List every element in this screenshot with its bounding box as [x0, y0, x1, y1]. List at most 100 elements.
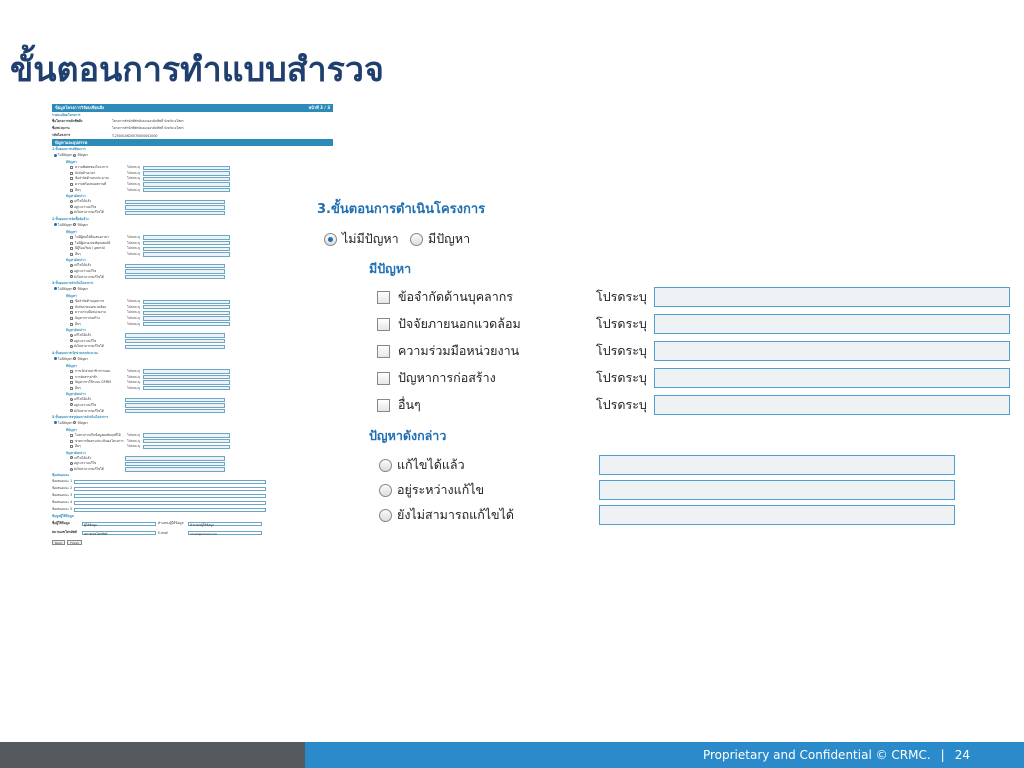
checkbox-icon	[70, 252, 73, 256]
problem-label: ความร่วมมือหน่วยงาน	[398, 343, 520, 358]
resolution-row[interactable]: แก้ไขได้แล้ว	[379, 455, 955, 475]
thumbnail-option-label: มีปัญหา	[77, 222, 89, 227]
thumbnail-problem-label: ข้อจำกัดด้านงบประมาณ	[75, 176, 109, 181]
thumbnail-back-button: Back	[52, 540, 66, 546]
radio-icon	[70, 467, 73, 471]
thumbnail-specify-input	[143, 444, 230, 449]
thumbnail-resolution-label: แก้ไขได้แล้ว	[70, 456, 125, 461]
thumbnail-contact: ชื่อผู้ให้ข้อมูล ผู้ให้ข้อมูล ตำแหน่งผู้ให…	[52, 519, 333, 537]
option-has-problem[interactable]: มีปัญหา	[410, 229, 470, 249]
specify-input[interactable]	[654, 368, 1010, 388]
thumbnail-contact-value: หมายเลขโทรศัพท์	[82, 530, 156, 535]
thumbnail-specify-input	[143, 433, 230, 438]
checkbox-icon	[70, 375, 73, 379]
radio-icon	[70, 344, 73, 348]
thumbnail-info-row: ชื่อหน่วยงาน โครงการสำนักพิทักษ์และเยอรมั…	[52, 125, 333, 132]
thumbnail-specify-label: โปรดระบุ	[127, 187, 140, 192]
thumbnail-specify-label: โปรดระบุ	[127, 368, 140, 373]
specify-input[interactable]	[654, 395, 1010, 415]
radio-icon	[73, 357, 77, 361]
thumbnail-specify-input	[143, 299, 230, 304]
resolution-input[interactable]	[599, 505, 955, 525]
thumbnail-contact-key: ชื่อผู้ให้ข้อมูล	[52, 521, 70, 526]
thumbnail-info-key: รหัสโครงการ	[52, 133, 71, 137]
problem-row[interactable]: อื่นๆ โปรดระบุ	[377, 394, 1010, 416]
thumbnail-option-label: มีปัญหา	[77, 356, 89, 361]
checkbox-icon[interactable]	[377, 317, 390, 331]
problem-label: ปัญหาการก่อสร้าง	[398, 370, 496, 385]
thumbnail-resolution-input	[125, 456, 225, 461]
specify-input[interactable]	[654, 314, 1010, 334]
resolution-label: อยู่ระหว่างแก้ไข	[397, 482, 485, 497]
checkbox-icon	[70, 241, 73, 245]
problems-heading: มีปัญหา	[369, 261, 412, 276]
thumbnail-resolution-label: แก้ไขได้แล้ว	[70, 397, 125, 402]
checkbox-icon[interactable]	[377, 398, 390, 412]
checkbox-icon[interactable]	[377, 371, 390, 385]
radio-icon[interactable]	[379, 483, 392, 497]
thumbnail-problem-label: ความพร้อมของสถานที่	[75, 182, 107, 187]
thumbnail-problem-label: การจัดสรรล่าช้า	[75, 374, 98, 379]
specify-input[interactable]	[654, 287, 1010, 307]
thumbnail-resolution-input	[125, 274, 225, 280]
thumbnail-specify-input	[143, 235, 230, 240]
resolution-label: ยังไม่สามารถแก้ไขได้	[397, 507, 515, 522]
thumbnail-contact-key: หมายเลขโทรศัพท์	[52, 530, 77, 535]
radio-icon[interactable]	[379, 508, 392, 522]
radio-icon	[70, 333, 73, 337]
thumbnail-radio-line: ไม่มีปัญหา มีปัญหา	[52, 286, 333, 293]
thumbnail-specify-label: โปรดระบุ	[127, 433, 140, 438]
thumbnail-specify-input	[143, 369, 230, 374]
radio-icon[interactable]	[410, 232, 423, 246]
problem-label: ปัจจัยภายนอกแวดล้อม	[398, 316, 521, 331]
thumbnail-problem-label: ข้อจำกัดด้านบุคลากร	[75, 299, 105, 304]
thumbnail-resolution-input	[125, 408, 225, 414]
resolution-input[interactable]	[599, 455, 955, 475]
thumbnail-suggestion-input	[74, 493, 266, 499]
checkbox-icon	[70, 445, 73, 449]
thumbnail-specify-label: โปรดระบุ	[127, 299, 140, 304]
problem-row[interactable]: ข้อจำกัดด้านบุคลากร โปรดระบุ	[377, 286, 1010, 308]
radio-selected-icon[interactable]	[324, 232, 337, 246]
thumbnail-resolution-label: ยังไม่สามารถแก้ไขได้	[70, 344, 125, 349]
specify-input[interactable]	[654, 341, 1010, 361]
option-no-problem[interactable]: ไม่มีปัญหา	[324, 229, 399, 249]
thumbnail-problem-label: ปัญหาการก่อสร้าง	[75, 315, 100, 320]
checkbox-icon[interactable]	[377, 344, 390, 358]
thumbnail-info: ชื่อโครงการหลักชีพสิ่ง โครงการสำนักพิทักษ…	[52, 118, 333, 139]
radio-icon	[70, 210, 73, 214]
thumbnail-suggestions: ข้อเสนอแนะ 1 ข้อเสนอแนะ 2 ข้อเสนอแนะ 3 ข้อเ…	[52, 478, 333, 513]
problem-row[interactable]: ปัญหาการก่อสร้าง โปรดระบุ	[377, 367, 1010, 389]
thumbnail-specify-input	[143, 310, 230, 316]
checkbox-icon	[70, 322, 73, 326]
problem-row[interactable]: ปัจจัยภายนอกแวดล้อม โปรดระบุ	[377, 313, 1010, 335]
thumbnail-resolution-input	[125, 333, 225, 338]
checkbox-icon[interactable]	[377, 290, 390, 304]
thumbnail-contact-value: ตำแหน่งผู้ให้ข้อมูล	[188, 521, 262, 526]
radio-icon[interactable]	[379, 458, 392, 472]
thumbnail-resolution-label: แก้ไขได้แล้ว	[70, 199, 125, 204]
thumbnail-problem-label: อื่นๆ	[75, 321, 81, 326]
section-title: 3.ขั้นตอนการดำเนินโครงการ	[317, 202, 486, 217]
checkbox-icon	[70, 188, 73, 192]
problem-row[interactable]: ความร่วมมือหน่วยงาน โปรดระบุ	[377, 340, 1010, 362]
thumbnail-problem-label: ปัญหาการใช้ระบบ GFMIS	[75, 380, 112, 385]
thumbnail-specify-label: โปรดระบุ	[127, 380, 140, 385]
resolution-row[interactable]: ยังไม่สามารถแก้ไขได้	[379, 505, 955, 525]
thumbnail-specify-input	[143, 165, 230, 170]
thumbnail-specify-label: โปรดระบุ	[127, 374, 140, 379]
thumbnail-specify-input	[143, 305, 230, 310]
radio-icon	[70, 275, 73, 279]
thumbnail-info-value: T-250010620070000001000	[112, 133, 158, 138]
thumbnail-resolution-input	[125, 263, 225, 269]
thumbnail-info-key: ชื่อโครงการหลักชีพสิ่ง	[52, 119, 83, 123]
resolution-input[interactable]	[599, 480, 955, 500]
resolution-row[interactable]: อยู่ระหว่างแก้ไข	[379, 480, 955, 500]
thumbnail-specify-label: โปรดระบุ	[127, 182, 140, 187]
thumbnail-specify-input	[143, 246, 230, 251]
checkbox-icon	[70, 439, 73, 443]
thumbnail-option-label: ไม่มีปัญหา	[58, 420, 74, 425]
thumbnail-resolution-input	[125, 339, 225, 344]
thumbnail-resolution-input	[125, 467, 225, 472]
thumbnail-suggestion-row: ข้อเสนอแนะ 1	[52, 478, 333, 485]
